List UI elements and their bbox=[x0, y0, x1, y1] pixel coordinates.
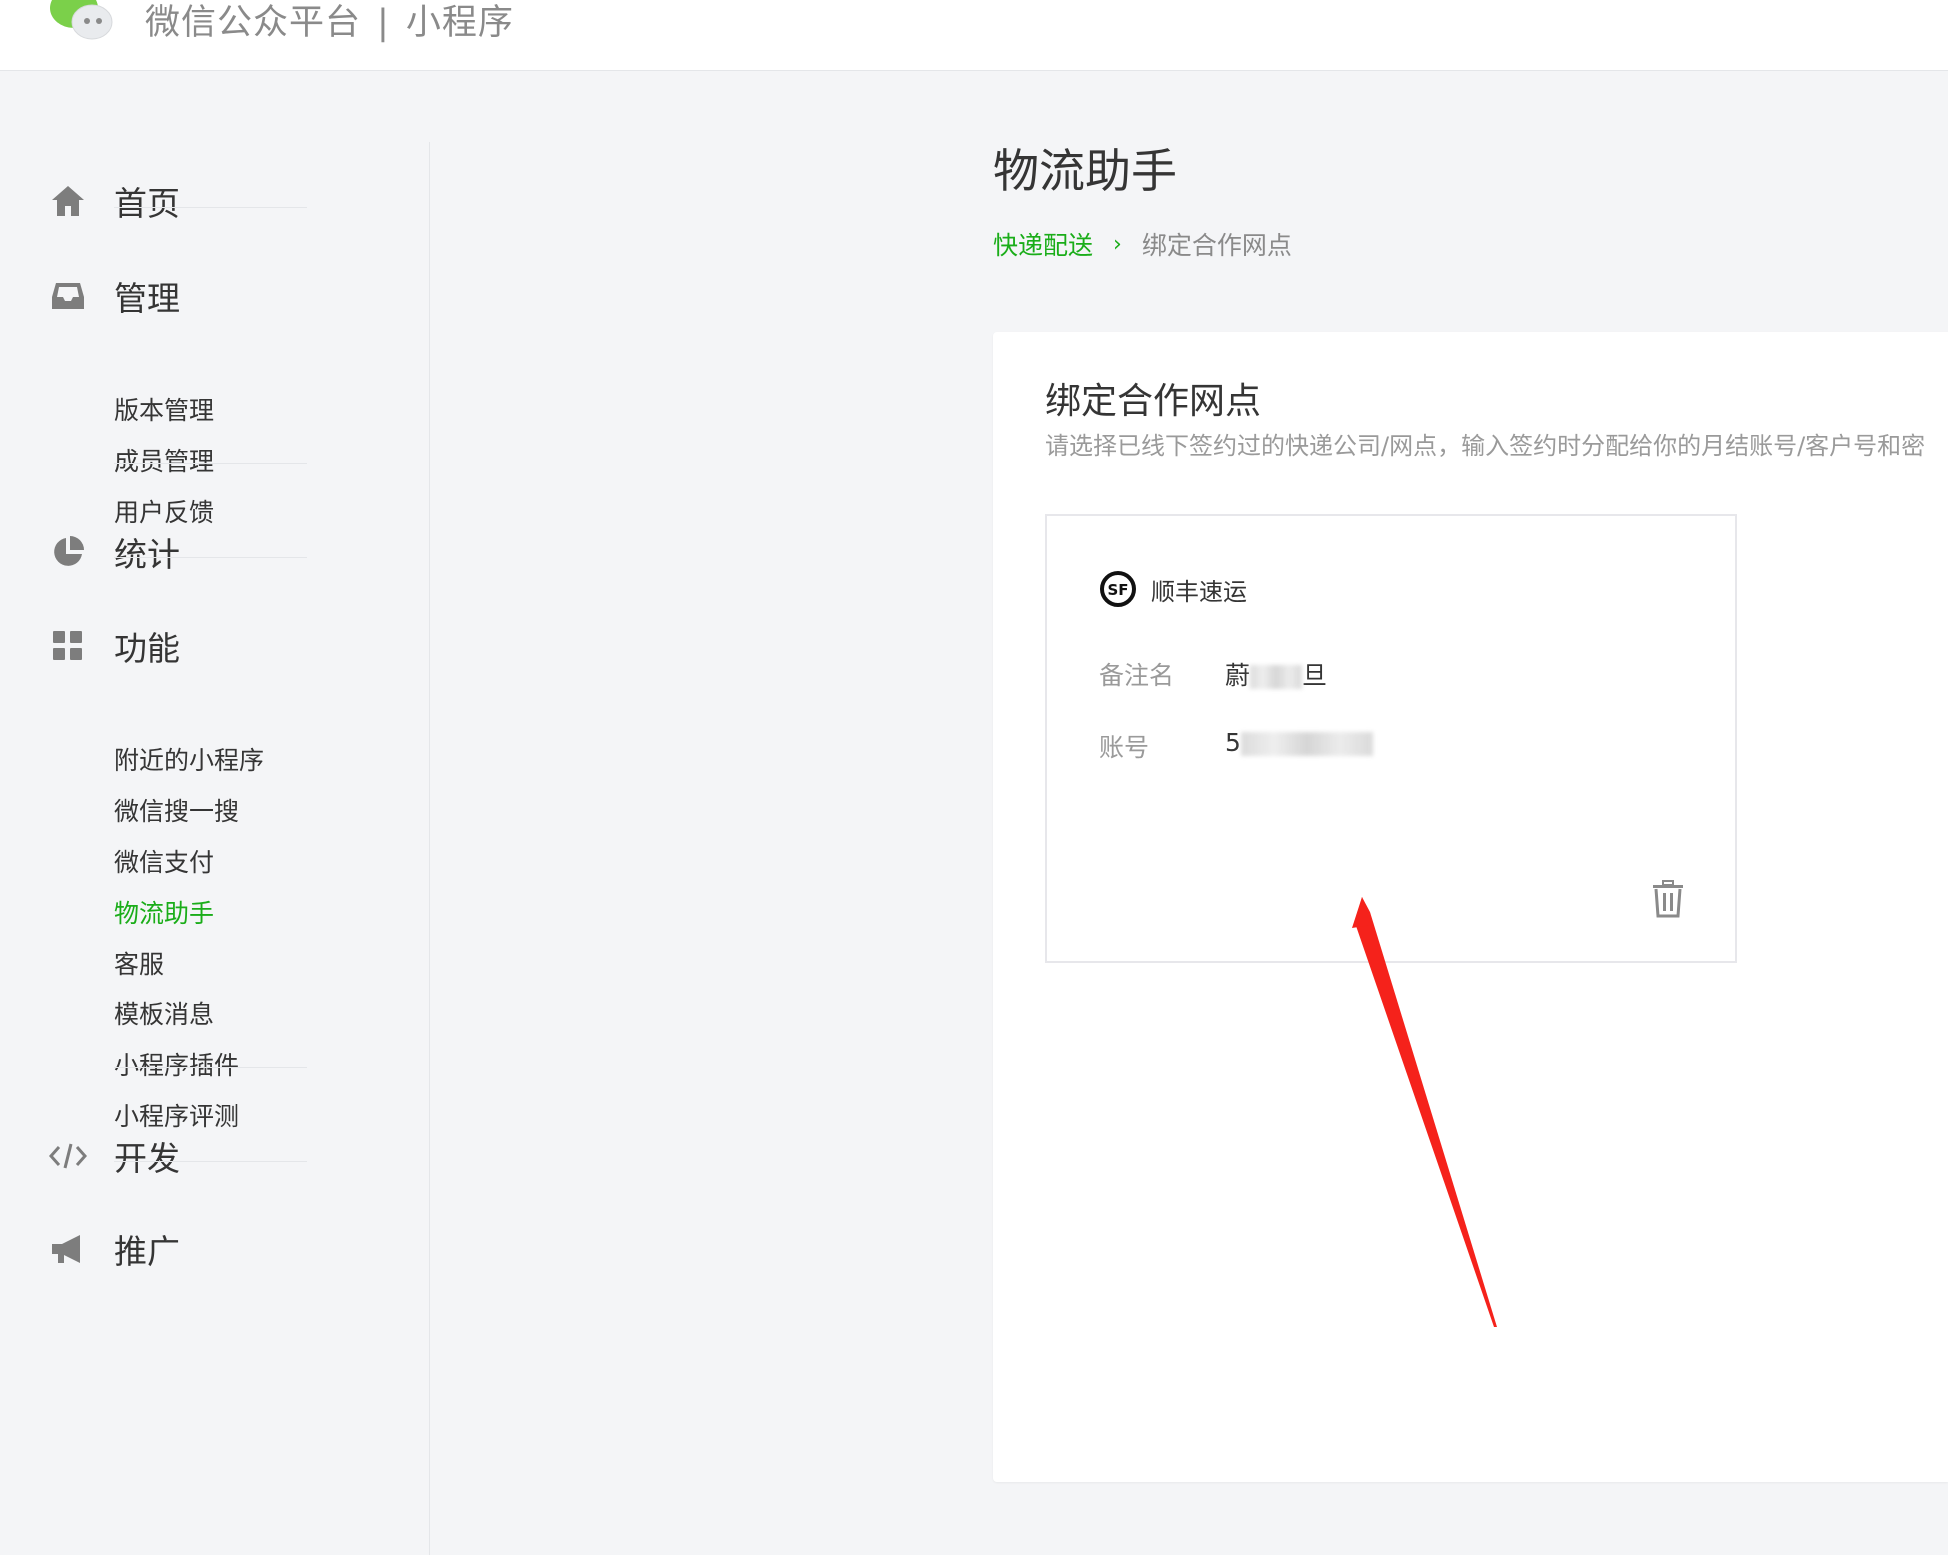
grid-icon bbox=[48, 626, 88, 666]
account-label: 账号 bbox=[1099, 733, 1150, 762]
redacted-text bbox=[1240, 732, 1373, 756]
sidebar-item-develop[interactable]: 开发 bbox=[48, 1131, 180, 1181]
breadcrumb: 快递配送 › 绑定合作网点 bbox=[993, 226, 1292, 262]
sidebar-item-version-manage[interactable]: 版本管理 bbox=[114, 391, 214, 427]
account-value: 5 bbox=[1225, 728, 1373, 757]
partner-card[interactable]: SF 顺丰速运 备注名 蔚旦 账号 5 bbox=[1045, 514, 1737, 963]
remark-value: 蔚旦 bbox=[1225, 656, 1327, 692]
sf-logo-text: SF bbox=[1107, 581, 1128, 599]
sidebar-divider bbox=[114, 463, 307, 464]
company-name: 顺丰速运 bbox=[1151, 577, 1247, 606]
sidebar-divider bbox=[114, 1161, 307, 1162]
sidebar-item-stats[interactable]: 统计 bbox=[48, 527, 180, 577]
sidebar-divider bbox=[114, 1067, 307, 1068]
breadcrumb-link-express-delivery[interactable]: 快递配送 bbox=[993, 226, 1093, 262]
brand-primary: 微信公众平台 bbox=[145, 3, 362, 43]
sidebar-item-develop-label: 开发 bbox=[114, 1139, 180, 1178]
sidebar-divider bbox=[114, 207, 307, 208]
redacted-text bbox=[1250, 665, 1303, 689]
sidebar-divider bbox=[114, 557, 307, 558]
wechat-logo-icon[interactable] bbox=[48, 0, 116, 44]
delete-icon[interactable] bbox=[1651, 880, 1685, 918]
sidebar: 首页 管理 版本管理 成员管理 用户反馈 统计 功能 附近的小程序 微信搜一搜 … bbox=[0, 71, 430, 1555]
sidebar-item-user-feedback[interactable]: 用户反馈 bbox=[114, 493, 214, 529]
sidebar-item-nearby-miniprogram[interactable]: 附近的小程序 bbox=[114, 741, 264, 777]
brand-secondary: 小程序 bbox=[405, 3, 514, 43]
sidebar-item-promote-label: 推广 bbox=[114, 1232, 180, 1271]
sidebar-item-manage-label: 管理 bbox=[114, 279, 180, 318]
home-icon bbox=[48, 181, 88, 221]
account-value-prefix: 5 bbox=[1225, 728, 1241, 757]
sidebar-item-promote[interactable]: 推广 bbox=[48, 1224, 180, 1274]
brand-separator: | bbox=[377, 3, 390, 43]
sidebar-item-stats-label: 统计 bbox=[114, 535, 180, 574]
sidebar-item-wechat-pay[interactable]: 微信支付 bbox=[114, 843, 214, 879]
company-header: SF 顺丰速运 bbox=[1099, 570, 1247, 608]
remark-value-prefix: 蔚 bbox=[1225, 661, 1251, 690]
pie-chart-icon bbox=[48, 532, 88, 572]
sidebar-item-home[interactable]: 首页 bbox=[48, 176, 180, 226]
sidebar-item-review[interactable]: 小程序评测 bbox=[114, 1097, 239, 1133]
top-header: 微信公众平台 | 小程序 bbox=[0, 0, 1948, 71]
megaphone-icon bbox=[48, 1229, 88, 1269]
sidebar-item-plugins[interactable]: 小程序插件 bbox=[114, 1046, 239, 1082]
sidebar-item-logistics-assistant[interactable]: 物流助手 bbox=[114, 894, 214, 930]
inbox-icon bbox=[48, 276, 88, 316]
sidebar-separator bbox=[429, 142, 430, 1555]
panel-title: 绑定合作网点 bbox=[1045, 381, 1262, 422]
bind-partner-panel: 绑定合作网点 请选择已线下签约过的快递公司/网点，输入签约时分配给你的月结账号/… bbox=[993, 332, 1948, 1482]
sidebar-item-customer-service[interactable]: 客服 bbox=[114, 945, 164, 981]
sidebar-item-member-manage[interactable]: 成员管理 bbox=[114, 442, 214, 478]
sf-express-logo-icon: SF bbox=[1100, 571, 1136, 607]
brand-title[interactable]: 微信公众平台 | 小程序 bbox=[145, 0, 514, 45]
code-icon bbox=[48, 1136, 88, 1176]
sidebar-item-features[interactable]: 功能 bbox=[48, 621, 180, 671]
page-title: 物流助手 bbox=[993, 144, 1177, 198]
sidebar-item-template-message[interactable]: 模板消息 bbox=[114, 995, 214, 1031]
sidebar-item-home-label: 首页 bbox=[114, 184, 180, 223]
panel-description: 请选择已线下签约过的快递公司/网点，输入签约时分配给你的月结账号/客户号和密 bbox=[1045, 432, 1926, 460]
sidebar-item-manage[interactable]: 管理 bbox=[48, 271, 180, 321]
sidebar-item-features-label: 功能 bbox=[114, 629, 180, 668]
breadcrumb-current: 绑定合作网点 bbox=[1141, 231, 1292, 260]
remark-value-suffix: 旦 bbox=[1302, 661, 1328, 690]
breadcrumb-chevron-icon: › bbox=[1113, 231, 1122, 257]
remark-label: 备注名 bbox=[1099, 661, 1175, 690]
sidebar-item-wechat-search[interactable]: 微信搜一搜 bbox=[114, 792, 239, 828]
